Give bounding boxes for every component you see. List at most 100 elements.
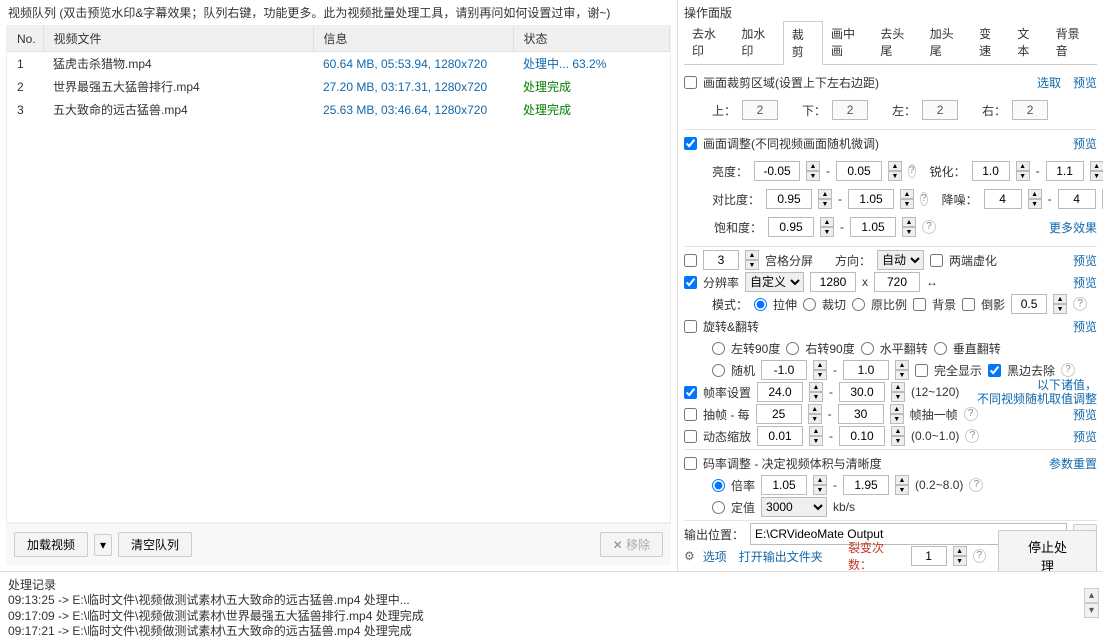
grid-n[interactable] xyxy=(703,250,739,270)
fps-min[interactable] xyxy=(757,382,803,402)
open-output-link[interactable]: 打开输出文件夹 xyxy=(739,548,823,565)
tab-5[interactable]: 加头尾 xyxy=(922,21,971,64)
crop-area-checkbox[interactable] xyxy=(684,76,697,89)
options-link[interactable]: 选项 xyxy=(703,548,727,565)
rot-random[interactable] xyxy=(712,364,725,377)
scroll-up-icon[interactable]: ▴ xyxy=(1084,588,1099,603)
col-info[interactable]: 信息 xyxy=(313,26,513,52)
help-icon[interactable]: ? xyxy=(922,220,936,234)
help-icon[interactable]: ? xyxy=(969,478,983,492)
tab-8[interactable]: 背景音 xyxy=(1048,21,1097,64)
help-icon[interactable]: ? xyxy=(964,407,978,421)
fps-max[interactable] xyxy=(839,382,885,402)
fission-count[interactable] xyxy=(911,546,947,566)
crop-top-input[interactable] xyxy=(742,100,778,120)
scroll-down-icon[interactable]: ▾ xyxy=(1084,603,1099,618)
tab-2[interactable]: 裁剪 xyxy=(783,21,823,65)
table-row[interactable]: 3五大致命的远古猛兽.mp425.63 MB, 03:46.64, 1280x7… xyxy=(7,98,670,121)
col-status[interactable]: 状态 xyxy=(513,26,670,52)
mirror-checkbox[interactable] xyxy=(962,298,975,311)
flip-h[interactable] xyxy=(861,342,874,355)
bitrate-checkbox[interactable] xyxy=(684,457,697,470)
help-icon[interactable]: ? xyxy=(1073,297,1087,311)
stop-processing-button[interactable]: 停止处理 xyxy=(998,530,1097,571)
tab-7[interactable]: 文本 xyxy=(1009,21,1047,64)
tab-6[interactable]: 变速 xyxy=(971,21,1009,64)
mul-max[interactable] xyxy=(843,475,889,495)
load-video-dropdown[interactable]: ▾ xyxy=(94,534,112,556)
dyn-max[interactable] xyxy=(839,426,885,446)
bitrate-fixed[interactable] xyxy=(712,501,725,514)
black-remove-checkbox[interactable] xyxy=(988,364,1001,377)
sharpen-min[interactable] xyxy=(972,161,1010,181)
col-no[interactable]: No. xyxy=(7,26,43,52)
gear-icon[interactable]: ⚙ xyxy=(684,549,695,563)
rot-left[interactable] xyxy=(712,342,725,355)
preview-link-rotate[interactable]: 预览 xyxy=(1073,318,1097,335)
rand-max[interactable] xyxy=(843,360,889,380)
crop-left-input[interactable] xyxy=(922,100,958,120)
tab-1[interactable]: 加水印 xyxy=(733,21,782,64)
bg-checkbox[interactable] xyxy=(913,298,926,311)
video-queue-table[interactable]: No. 视频文件 信息 状态 1猛虎击杀猎物.mp460.64 MB, 05:5… xyxy=(7,26,670,121)
saturation-min[interactable] xyxy=(768,217,814,237)
grid-checkbox[interactable] xyxy=(684,254,697,267)
mul-min[interactable] xyxy=(761,475,807,495)
preview-link-extract[interactable]: 预览 xyxy=(1073,406,1097,423)
brightness-max[interactable] xyxy=(836,161,882,181)
crop-right-input[interactable] xyxy=(1012,100,1048,120)
table-row[interactable]: 1猛虎击杀猎物.mp460.64 MB, 05:53.94, 1280x720处… xyxy=(7,52,670,76)
flip-v[interactable] xyxy=(934,342,947,355)
saturation-max[interactable] xyxy=(850,217,896,237)
mirror-val[interactable] xyxy=(1011,294,1047,314)
res-width[interactable] xyxy=(810,272,856,292)
load-video-button[interactable]: 加载视频 xyxy=(14,532,88,557)
table-row[interactable]: 2世界最强五大猛兽排行.mp427.20 MB, 03:17.31, 1280x… xyxy=(7,75,670,98)
extract-checkbox[interactable] xyxy=(684,408,697,421)
help-icon[interactable]: ? xyxy=(908,164,916,178)
extract-min[interactable] xyxy=(756,404,802,424)
preview-link-res[interactable]: 预览 xyxy=(1073,274,1097,291)
preview-link-crop[interactable]: 预览 xyxy=(1073,74,1097,91)
col-file[interactable]: 视频文件 xyxy=(43,26,313,52)
rot-right[interactable] xyxy=(786,342,799,355)
mode-orig[interactable] xyxy=(852,298,865,311)
dyn-min[interactable] xyxy=(757,426,803,446)
help-icon[interactable]: ? xyxy=(1061,363,1075,377)
two-end-checkbox[interactable] xyxy=(930,254,943,267)
rand-min[interactable] xyxy=(761,360,807,380)
res-checkbox[interactable] xyxy=(684,276,697,289)
fps-checkbox[interactable] xyxy=(684,386,697,399)
brightness-min[interactable] xyxy=(754,161,800,181)
preview-link-dynamic[interactable]: 预览 xyxy=(1073,428,1097,445)
help-icon[interactable]: ? xyxy=(920,192,928,206)
more-effects-link[interactable]: 更多效果 xyxy=(1049,219,1097,236)
contrast-max[interactable] xyxy=(848,189,894,209)
adjust-checkbox[interactable] xyxy=(684,137,697,150)
crop-bottom-input[interactable] xyxy=(832,100,868,120)
contrast-min[interactable] xyxy=(766,189,812,209)
preview-link-grid[interactable]: 预览 xyxy=(1073,252,1097,269)
direction-select[interactable]: 自动 xyxy=(877,250,924,270)
help-icon[interactable]: ? xyxy=(965,429,979,443)
bitrate-multiplier[interactable] xyxy=(712,479,725,492)
swap-icon[interactable]: ↔ xyxy=(926,275,938,289)
preview-link-adjust[interactable]: 预览 xyxy=(1073,135,1097,152)
dynamic-checkbox[interactable] xyxy=(684,430,697,443)
res-height[interactable] xyxy=(874,272,920,292)
mode-crop[interactable] xyxy=(803,298,816,311)
reset-params-link[interactable]: 参数重置 xyxy=(1049,455,1097,472)
help-icon[interactable]: ? xyxy=(973,549,986,563)
denoise-max[interactable] xyxy=(1058,189,1096,209)
res-mode-select[interactable]: 自定义 xyxy=(745,272,804,292)
tab-0[interactable]: 去水印 xyxy=(684,21,733,64)
fixed-bitrate-select[interactable]: 3000 xyxy=(761,497,827,517)
denoise-min[interactable] xyxy=(984,189,1022,209)
tab-3[interactable]: 画中画 xyxy=(823,21,872,64)
extract-max[interactable] xyxy=(838,404,884,424)
full-show-checkbox[interactable] xyxy=(915,364,928,377)
remove-button[interactable]: ✕ 移除 xyxy=(600,532,663,557)
select-link[interactable]: 选取 xyxy=(1037,74,1061,91)
rotate-checkbox[interactable] xyxy=(684,320,697,333)
mode-stretch[interactable] xyxy=(754,298,767,311)
